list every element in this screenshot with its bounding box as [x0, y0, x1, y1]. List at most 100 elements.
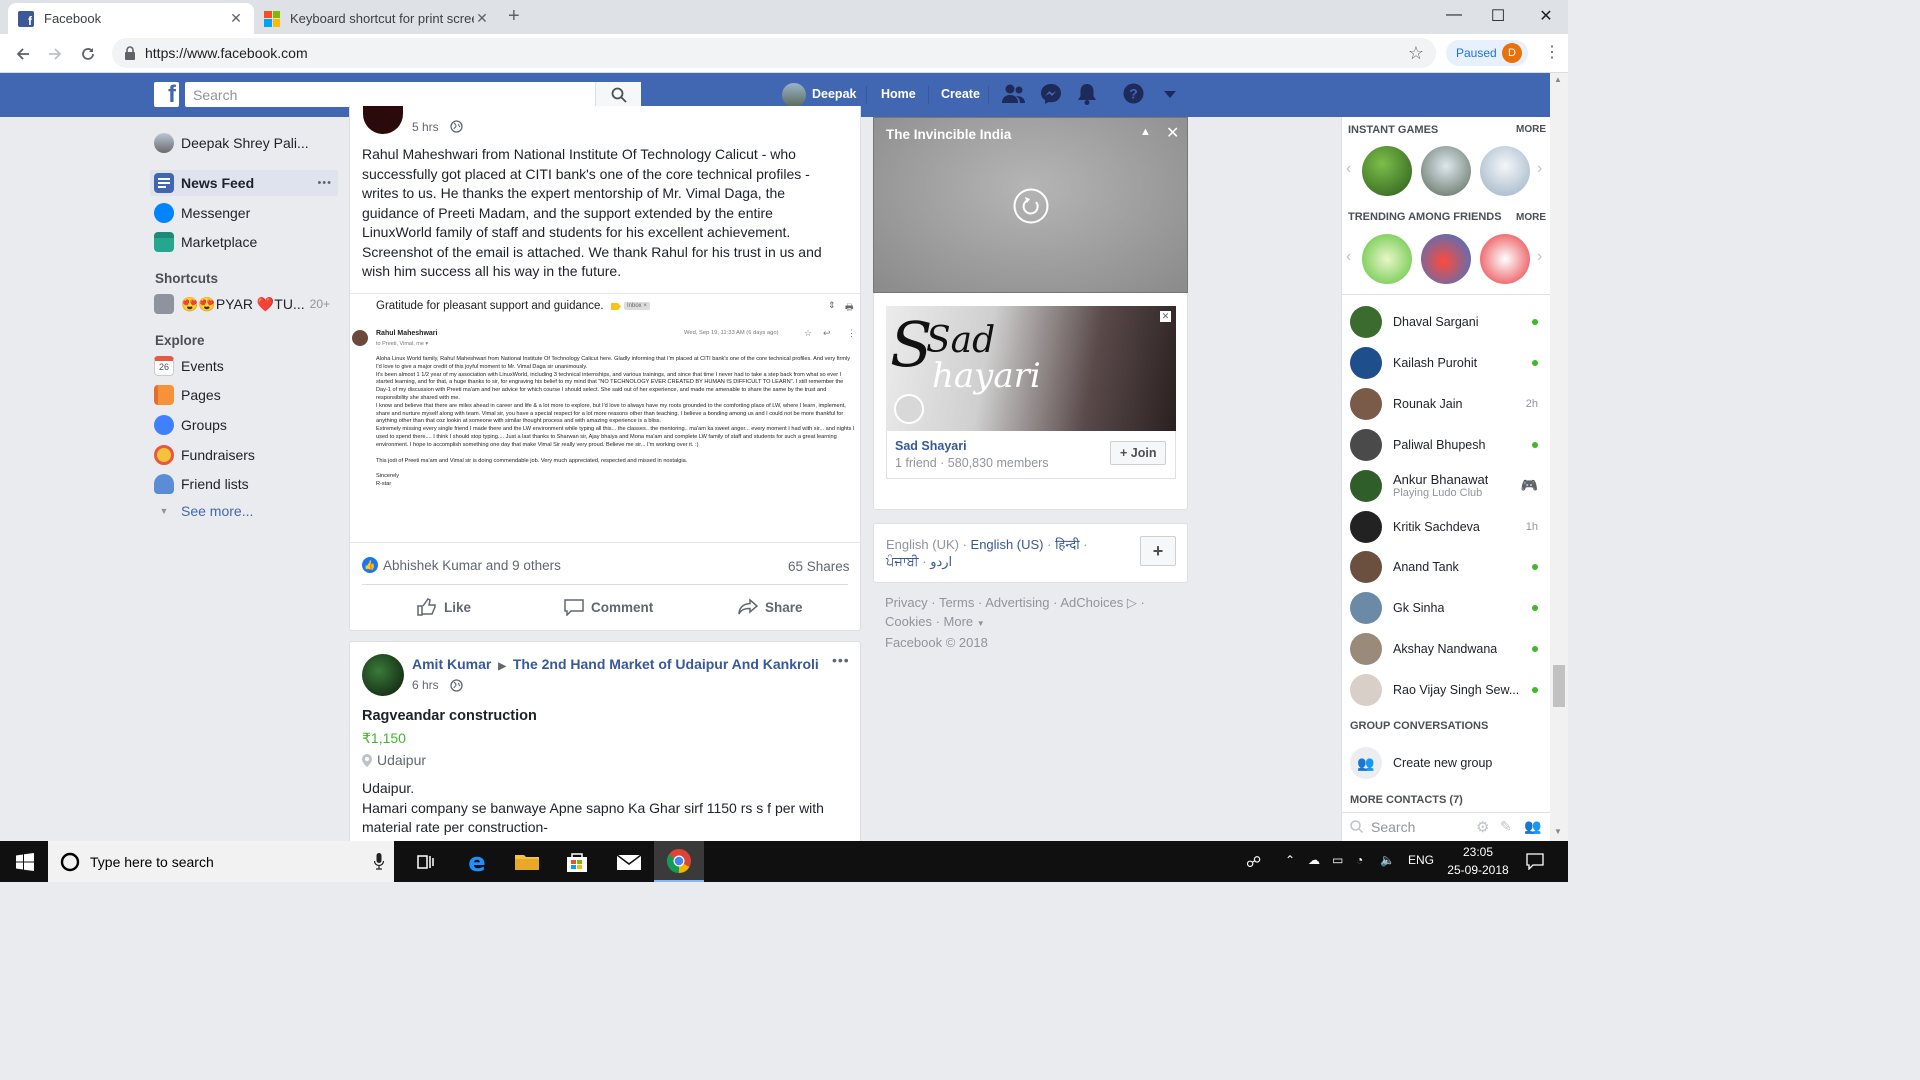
trending-more-link[interactable]: MORE: [1516, 212, 1546, 223]
game-thumbnail[interactable]: [1480, 234, 1530, 284]
sidebar-item-pages[interactable]: Pages: [150, 382, 221, 408]
comment-button[interactable]: Comment: [564, 598, 653, 616]
shares-count[interactable]: 65 Shares: [788, 559, 850, 574]
footer-link[interactable]: Privacy: [885, 595, 928, 610]
language-link[interactable]: اردو: [930, 554, 952, 569]
contact-item[interactable]: Kritik Sachdeva 1h: [1350, 509, 1540, 545]
windows-start-icon[interactable]: [16, 853, 34, 871]
store-icon[interactable]: [562, 847, 592, 877]
carousel-prev-icon[interactable]: ‹: [1346, 248, 1351, 266]
post-options-icon[interactable]: •••: [832, 652, 850, 668]
facebook-logo[interactable]: f: [154, 82, 179, 107]
sidebar-item-friend-lists[interactable]: Friend lists: [150, 471, 249, 497]
game-thumbnail[interactable]: [1480, 146, 1530, 196]
scroll-up-icon[interactable]: ▲: [1554, 75, 1562, 84]
post-time[interactable]: 6 hrs: [412, 678, 439, 692]
search-button[interactable]: [595, 82, 641, 107]
profile-button[interactable]: Paused D: [1446, 40, 1528, 66]
people-icon[interactable]: ☍: [1246, 853, 1261, 871]
new-tab-button[interactable]: +: [508, 5, 520, 28]
collapse-icon[interactable]: ▲: [1140, 126, 1151, 138]
language-link[interactable]: English (US): [971, 537, 1044, 552]
sidebar-item-fundraisers[interactable]: Fundraisers: [150, 442, 255, 468]
address-bar[interactable]: https://www.facebook.com ☆: [112, 38, 1436, 68]
input-language[interactable]: ENG: [1408, 853, 1434, 867]
messenger-icon[interactable]: [1040, 83, 1062, 105]
tab-keyboard-shortcut[interactable]: Keyboard shortcut for print scree ✕: [254, 3, 500, 34]
close-window-icon[interactable]: ✕: [1534, 6, 1558, 26]
reactions-summary[interactable]: 👍 Abhishek Kumar and 9 others: [362, 557, 561, 573]
tab-close-icon[interactable]: ✕: [474, 10, 490, 27]
new-message-icon[interactable]: ✎: [1500, 818, 1512, 835]
contact-item[interactable]: Paliwal Bhupesh: [1350, 427, 1540, 463]
like-button[interactable]: Like: [417, 598, 471, 616]
footer-link[interactable]: More: [944, 614, 974, 629]
clock-date[interactable]: 25-09-2018: [1440, 863, 1516, 877]
microphone-icon[interactable]: [374, 853, 384, 870]
carousel-prev-icon[interactable]: ‹: [1346, 160, 1351, 178]
group-link[interactable]: The 2nd Hand Market of Udaipur And Kankr…: [513, 656, 819, 672]
task-view-icon[interactable]: [410, 847, 440, 877]
sidebar-item-events[interactable]: 26 Events: [150, 353, 224, 379]
post-time[interactable]: 5 hrs: [412, 120, 439, 134]
add-language-button[interactable]: +: [1140, 536, 1176, 566]
forward-icon[interactable]: [46, 45, 64, 63]
contact-item[interactable]: Gk Sinha: [1350, 590, 1540, 626]
post-author-avatar[interactable]: [363, 106, 403, 134]
tab-facebook[interactable]: f Facebook ✕: [8, 3, 254, 34]
share-button[interactable]: Share: [738, 598, 803, 616]
reload-icon[interactable]: [79, 45, 97, 63]
account-menu-chevron-icon[interactable]: [1164, 91, 1176, 99]
dismiss-icon[interactable]: ✕: [1160, 311, 1171, 322]
game-thumbnail[interactable]: [1362, 146, 1412, 196]
user-avatar[interactable]: [782, 83, 806, 107]
chat-settings-icon[interactable]: ⚙: [1476, 818, 1489, 836]
contact-item[interactable]: Kailash Purohit: [1350, 345, 1540, 381]
language-link[interactable]: ਪੰਜਾਬੀ: [886, 554, 919, 569]
footer-link[interactable]: AdChoices: [1060, 595, 1123, 610]
home-link[interactable]: Home: [881, 87, 916, 101]
author-link[interactable]: Amit Kumar: [412, 656, 491, 672]
group-name[interactable]: Sad Shayari: [895, 439, 967, 453]
clock-time[interactable]: 23:05: [1446, 845, 1510, 859]
instant-games-more-link[interactable]: MORE: [1516, 124, 1546, 135]
carousel-next-icon[interactable]: ›: [1537, 160, 1542, 178]
tray-expand-icon[interactable]: ⌃: [1285, 853, 1295, 867]
scrollbar-thumb[interactable]: [1553, 665, 1565, 707]
create-link[interactable]: Create: [941, 87, 980, 101]
footer-link[interactable]: Advertising: [985, 595, 1049, 610]
chrome-menu-icon[interactable]: ⋮: [1544, 42, 1560, 62]
back-icon[interactable]: [14, 45, 32, 63]
contact-item[interactable]: Rao Vijay Singh Sew...: [1350, 672, 1540, 708]
taskbar-search-input[interactable]: Type here to search: [48, 841, 394, 882]
wifi-icon[interactable]: ◔: [1356, 853, 1363, 867]
scroll-down-icon[interactable]: ▼: [1554, 827, 1562, 836]
action-center-icon[interactable]: [1526, 853, 1544, 870]
post-image-email-screenshot[interactable]: Gratitude for pleasant support and guida…: [350, 293, 860, 543]
game-thumbnail[interactable]: [1362, 234, 1412, 284]
sidebar-item-messenger[interactable]: Messenger: [150, 200, 250, 226]
battery-icon[interactable]: ▭: [1332, 853, 1343, 867]
replay-icon[interactable]: [1013, 188, 1049, 224]
edge-browser-icon[interactable]: e: [462, 847, 492, 877]
more-contacts-heading[interactable]: MORE CONTACTS (7): [1350, 794, 1463, 806]
onedrive-icon[interactable]: ☁: [1308, 853, 1320, 867]
carousel-next-icon[interactable]: ›: [1537, 248, 1542, 266]
contact-item[interactable]: Ankur Bhanawat Playing Ludo Club 🎮: [1350, 468, 1540, 504]
sidebar-item-news-feed[interactable]: News Feed •••: [150, 170, 338, 196]
left-nav-profile[interactable]: Deepak Shrey Pali...: [150, 130, 309, 156]
video-popup[interactable]: The Invincible India ▲ ✕: [873, 117, 1188, 293]
sidebar-item-marketplace[interactable]: Marketplace: [150, 229, 257, 255]
game-thumbnail[interactable]: [1421, 146, 1471, 196]
language-link[interactable]: हिन्दी: [1055, 537, 1080, 552]
tab-close-icon[interactable]: ✕: [228, 10, 244, 27]
bookmark-star-icon[interactable]: ☆: [1408, 43, 1424, 64]
group-cover-image[interactable]: S Sad hayari ✕: [886, 306, 1176, 431]
news-feed-options-icon[interactable]: •••: [317, 177, 332, 189]
see-more-link[interactable]: ▼ See more...: [150, 498, 254, 524]
file-explorer-icon[interactable]: [512, 847, 542, 877]
create-group-button[interactable]: 👥 Create new group: [1350, 745, 1540, 781]
contact-item[interactable]: Dhaval Sargani: [1350, 304, 1540, 340]
contact-item[interactable]: Rounak Jain 2h: [1350, 386, 1540, 422]
contact-item[interactable]: Anand Tank: [1350, 549, 1540, 585]
